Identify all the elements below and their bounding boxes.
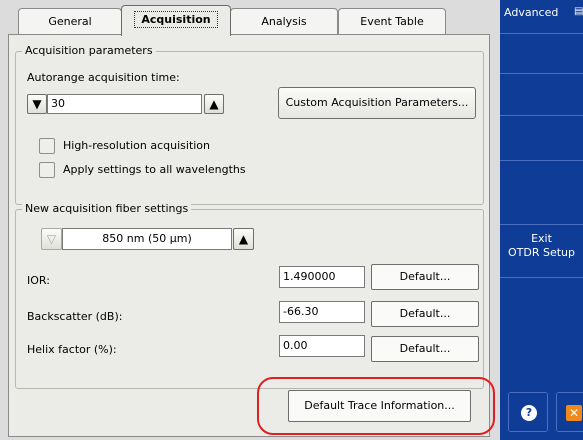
apply-all-wavelengths-label: Apply settings to all wavelengths [63,163,246,176]
acquisition-parameters-group: Acquisition parameters Autorange acquisi… [15,44,484,205]
exit-label-line1: Exit [531,232,552,245]
time-increase-button[interactable]: ▲ [204,94,224,114]
advanced-button[interactable]: Advanced [504,6,559,19]
sidebar-edge-icon: ▤ [574,6,583,17]
high-resolution-label: High-resolution acquisition [63,139,211,152]
backscatter-field[interactable]: -66.30 [279,301,365,323]
time-decrease-button[interactable]: ▼ [27,94,47,114]
fiber-settings-legend: New acquisition fiber settings [22,202,192,215]
tab-general[interactable]: General [18,8,122,34]
sidebar-divider [500,73,583,74]
help-button[interactable]: ? [508,392,548,432]
sidebar-divider [500,160,583,161]
tab-acquisition-label: Acquisition [134,11,218,28]
ior-default-button[interactable]: Default... [371,264,479,290]
apply-all-wavelengths-checkbox[interactable] [39,162,55,178]
tab-analysis[interactable]: Analysis [230,8,338,34]
fiber-next-button[interactable]: ▲ [233,228,254,250]
acquisition-panel: Acquisition parameters Autorange acquisi… [8,34,490,437]
acquisition-time-field[interactable]: 30 [47,94,202,114]
default-trace-information-button[interactable]: Default Trace Information... [288,390,471,422]
exit-label-line2: OTDR Setup [507,246,575,259]
ior-label: IOR: [27,274,50,287]
close-button[interactable]: ✕ [556,392,583,432]
fiber-type-field[interactable]: 850 nm (50 μm) [62,228,232,250]
tab-event-table[interactable]: Event Table [338,8,446,34]
tab-acquisition[interactable]: Acquisition [121,5,231,36]
helix-factor-field[interactable]: 0.00 [279,335,365,357]
exit-otdr-setup-button[interactable]: Exit OTDR Setup [500,225,583,277]
fiber-settings-group: New acquisition fiber settings ▽ 850 nm … [15,202,484,389]
autorange-label: Autorange acquisition time: [27,71,180,84]
acquisition-parameters-legend: Acquisition parameters [22,44,156,57]
backscatter-default-button[interactable]: Default... [371,301,479,327]
sidebar-divider [500,115,583,116]
ior-field[interactable]: 1.490000 [279,266,365,288]
sidebar-divider [500,277,583,278]
high-resolution-checkbox[interactable] [39,138,55,154]
fiber-previous-button[interactable]: ▽ [41,228,62,250]
helix-default-button[interactable]: Default... [371,336,479,362]
custom-acquisition-parameters-button[interactable]: Custom Acquisition Parameters... [278,87,476,119]
close-icon: ✕ [566,405,582,421]
backscatter-label: Backscatter (dB): [27,310,123,323]
question-icon: ? [521,405,537,421]
helix-factor-label: Helix factor (%): [27,343,117,356]
sidebar-divider [500,33,583,34]
sidebar: Advanced ▤ Exit OTDR Setup ? ✕ [500,0,583,440]
